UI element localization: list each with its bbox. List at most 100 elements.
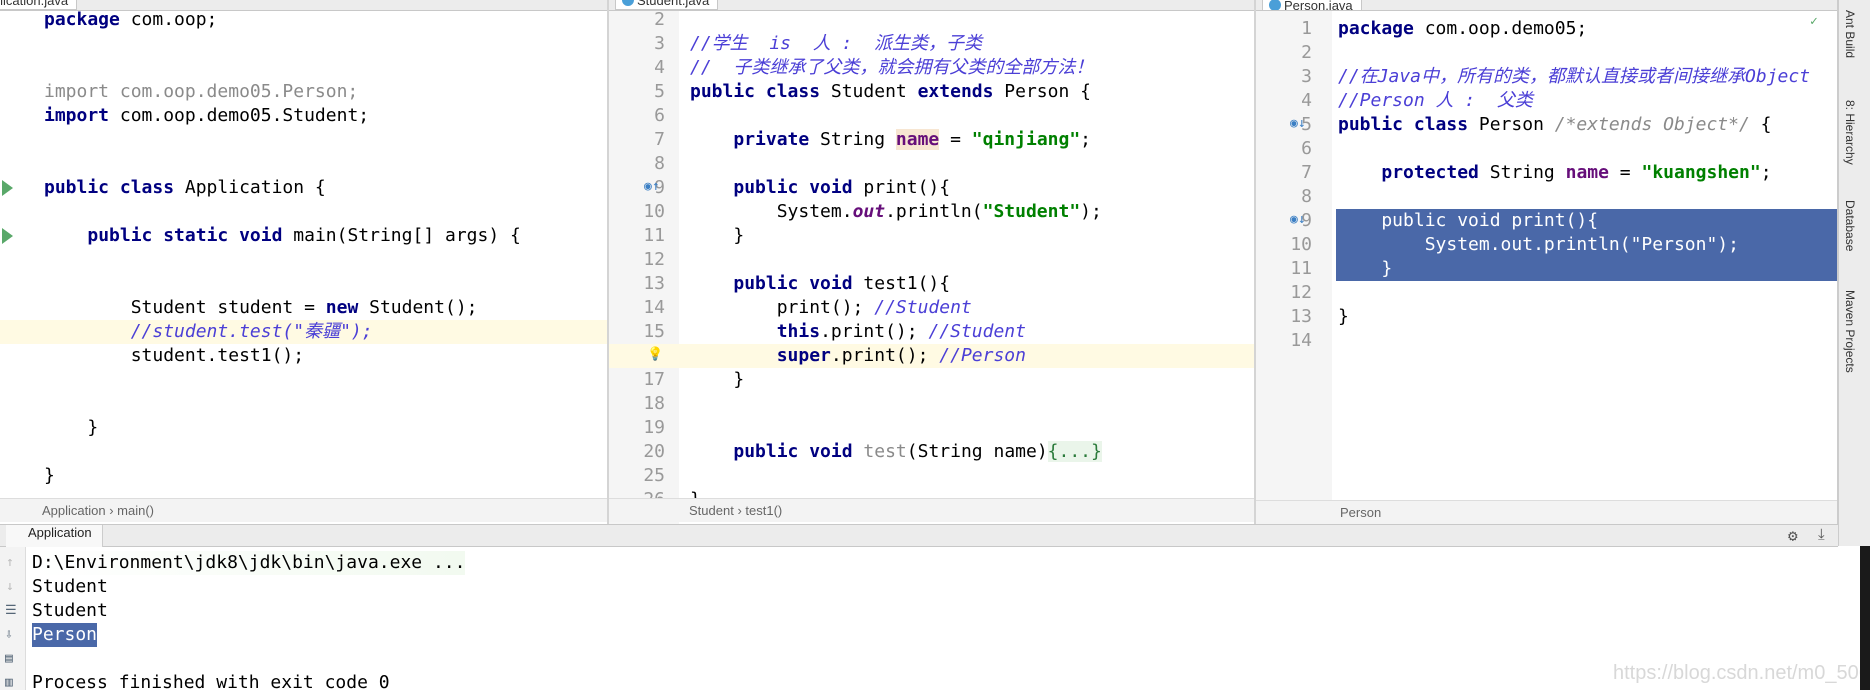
code-area[interactable]: 1 2 3 4 5 6 7 8 9 10 11 12 13 14 package com.oop.demo0…: [1256, 0, 1837, 524]
code-token: main(String[] args) {: [282, 225, 521, 246]
code-line[interactable]: }: [1336, 257, 1837, 281]
code-line[interactable]: }: [609, 368, 1254, 392]
code-token: }: [690, 369, 745, 390]
down-arrow-icon[interactable]: ↓: [6, 579, 14, 594]
code-token: "qinjiang": [971, 129, 1081, 150]
soft-wrap-icon[interactable]: ☰: [5, 603, 17, 618]
code-token: ;: [1760, 162, 1772, 183]
code-token: }: [1338, 258, 1393, 279]
intention-bulb-icon[interactable]: 💡: [647, 347, 663, 362]
code-token: package: [44, 9, 120, 30]
code-line[interactable]: student.test1();: [0, 344, 607, 368]
line-number: 25: [643, 465, 665, 486]
code-token: public class: [690, 81, 821, 102]
overridden-method-icon[interactable]: ◉↓: [1290, 116, 1306, 131]
code-line[interactable]: print(); //Student: [609, 296, 1254, 320]
run-toolbar: Application ⚙ ⤓: [0, 524, 1838, 547]
code-token: .print();: [830, 345, 940, 366]
overridden-method-icon[interactable]: ◉↓: [1290, 212, 1306, 227]
code-line[interactable]: public class Person /*extends Object*/ {: [1256, 113, 1837, 137]
code-token: String: [1478, 162, 1566, 183]
scroll-end-icon[interactable]: ⇩: [5, 627, 13, 642]
code-token: super: [776, 345, 831, 366]
editor-application[interactable]: Application.java package com.oop;import …: [0, 0, 609, 524]
code-token: public void: [733, 273, 853, 294]
editor-student[interactable]: Student.java 234567891011121314151617181…: [609, 0, 1256, 524]
maven-projects-tab[interactable]: Maven Projects: [1843, 290, 1857, 373]
up-arrow-icon[interactable]: ↑: [6, 555, 14, 570]
run-console[interactable]: ↑ ↓ ☰ ⇩ ▤ ▥ D:\Environment\jdk8\jdk\bin\…: [0, 547, 1838, 693]
code-line[interactable]: //student.test("秦疆");: [0, 320, 607, 344]
code-area[interactable]: package com.oop; import com.oop.demo05.Pe…: [0, 0, 607, 524]
code-line[interactable]: public void print(){: [1336, 209, 1837, 233]
line-number: 8: [1301, 186, 1312, 207]
run-gutter-icon[interactable]: [2, 180, 13, 196]
code-token: "Student": [982, 201, 1081, 222]
breadcrumb-item[interactable]: Application: [42, 503, 106, 518]
breadcrumb-item[interactable]: main(): [117, 503, 154, 518]
code-line[interactable]: public class Application {: [0, 176, 607, 200]
code-line[interactable]: package com.oop.demo05;: [1256, 17, 1837, 41]
overrides-method-icon[interactable]: ◉↑: [644, 179, 660, 194]
run-tab-application[interactable]: Application: [6, 525, 103, 547]
code-token: System.: [690, 201, 853, 222]
code-line[interactable]: public void print(){: [609, 176, 1254, 200]
breadcrumb-item[interactable]: test1(): [745, 503, 782, 518]
code-line[interactable]: public void test1(){: [609, 272, 1254, 296]
line-number: 12: [643, 249, 665, 270]
inspection-ok-icon[interactable]: ✓: [1810, 14, 1818, 29]
code-line[interactable]: protected String name = "kuangshen";: [1256, 161, 1837, 185]
code-line[interactable]: // 子类继承了父类，就会拥有父类的全部方法！: [609, 56, 1254, 80]
code-line[interactable]: //在Java中，所有的类，都默认直接或者间接继承Object: [1256, 65, 1837, 89]
code-line[interactable]: Student student = new Student();: [0, 296, 607, 320]
code-line[interactable]: //Person 人 : 父类: [1256, 89, 1837, 113]
code-line[interactable]: public static void main(String[] args) {: [0, 224, 607, 248]
hierarchy-tab[interactable]: 8: Hierarchy: [1843, 100, 1857, 165]
code-line[interactable]: }: [609, 224, 1254, 248]
code-line[interactable]: public void test(String name){...}: [609, 440, 1254, 464]
code-token: }: [44, 417, 99, 438]
editor-person[interactable]: Person.java 1 2 3 4 5 6 7 8 9 10 11 12 13 14 package c…: [1256, 0, 1838, 524]
code-line[interactable]: super.print(); //Person: [609, 344, 1254, 368]
breadcrumb: Person: [1256, 500, 1837, 524]
code-token: ;: [1080, 129, 1092, 150]
gear-icon[interactable]: ⚙: [1788, 526, 1798, 545]
code-line[interactable]: System.out.println("Student");: [609, 200, 1254, 224]
code-line[interactable]: //学生 is 人 : 派生类，子类: [609, 32, 1254, 56]
breadcrumb-item[interactable]: Student: [689, 503, 734, 518]
line-number: 2: [1301, 42, 1312, 63]
code-area[interactable]: 2345678910111213141516171819202526//学生 i…: [609, 0, 1254, 524]
code-line[interactable]: this.print(); //Student: [609, 320, 1254, 344]
run-gutter-icon[interactable]: [2, 228, 13, 244]
code-token: }: [44, 465, 55, 486]
code-line[interactable]: System.out.println("Person");: [1336, 233, 1837, 257]
breadcrumb-item[interactable]: Person: [1340, 505, 1381, 520]
code-token: .println(: [885, 201, 983, 222]
code-token: private: [733, 129, 810, 150]
code-token: =: [1608, 162, 1642, 183]
database-tab[interactable]: Database: [1843, 200, 1857, 251]
code-token: print(){: [852, 177, 951, 198]
hide-icon[interactable]: ⤓: [1818, 525, 1825, 543]
ant-build-tab[interactable]: Ant Build: [1843, 10, 1857, 58]
code-line[interactable]: import com.oop.demo05.Person;: [0, 80, 607, 104]
code-line[interactable]: public class Student extends Person {: [609, 80, 1254, 104]
code-line[interactable]: }: [0, 416, 607, 440]
code-line[interactable]: private String name = "qinjiang";: [609, 128, 1254, 152]
print-icon[interactable]: ▤: [5, 651, 13, 666]
trash-icon[interactable]: ▥: [5, 675, 13, 690]
line-number: 12: [1290, 282, 1312, 303]
code-line[interactable]: }: [0, 464, 607, 488]
line-number: 19: [643, 417, 665, 438]
code-line[interactable]: }: [1256, 305, 1837, 329]
code-line[interactable]: import com.oop.demo05.Student;: [0, 104, 607, 128]
code-token: //Student: [928, 321, 1026, 342]
breadcrumb: Student › test1(): [609, 498, 1254, 522]
code-line[interactable]: package com.oop;: [0, 8, 607, 32]
console-line: Person: [32, 623, 98, 647]
